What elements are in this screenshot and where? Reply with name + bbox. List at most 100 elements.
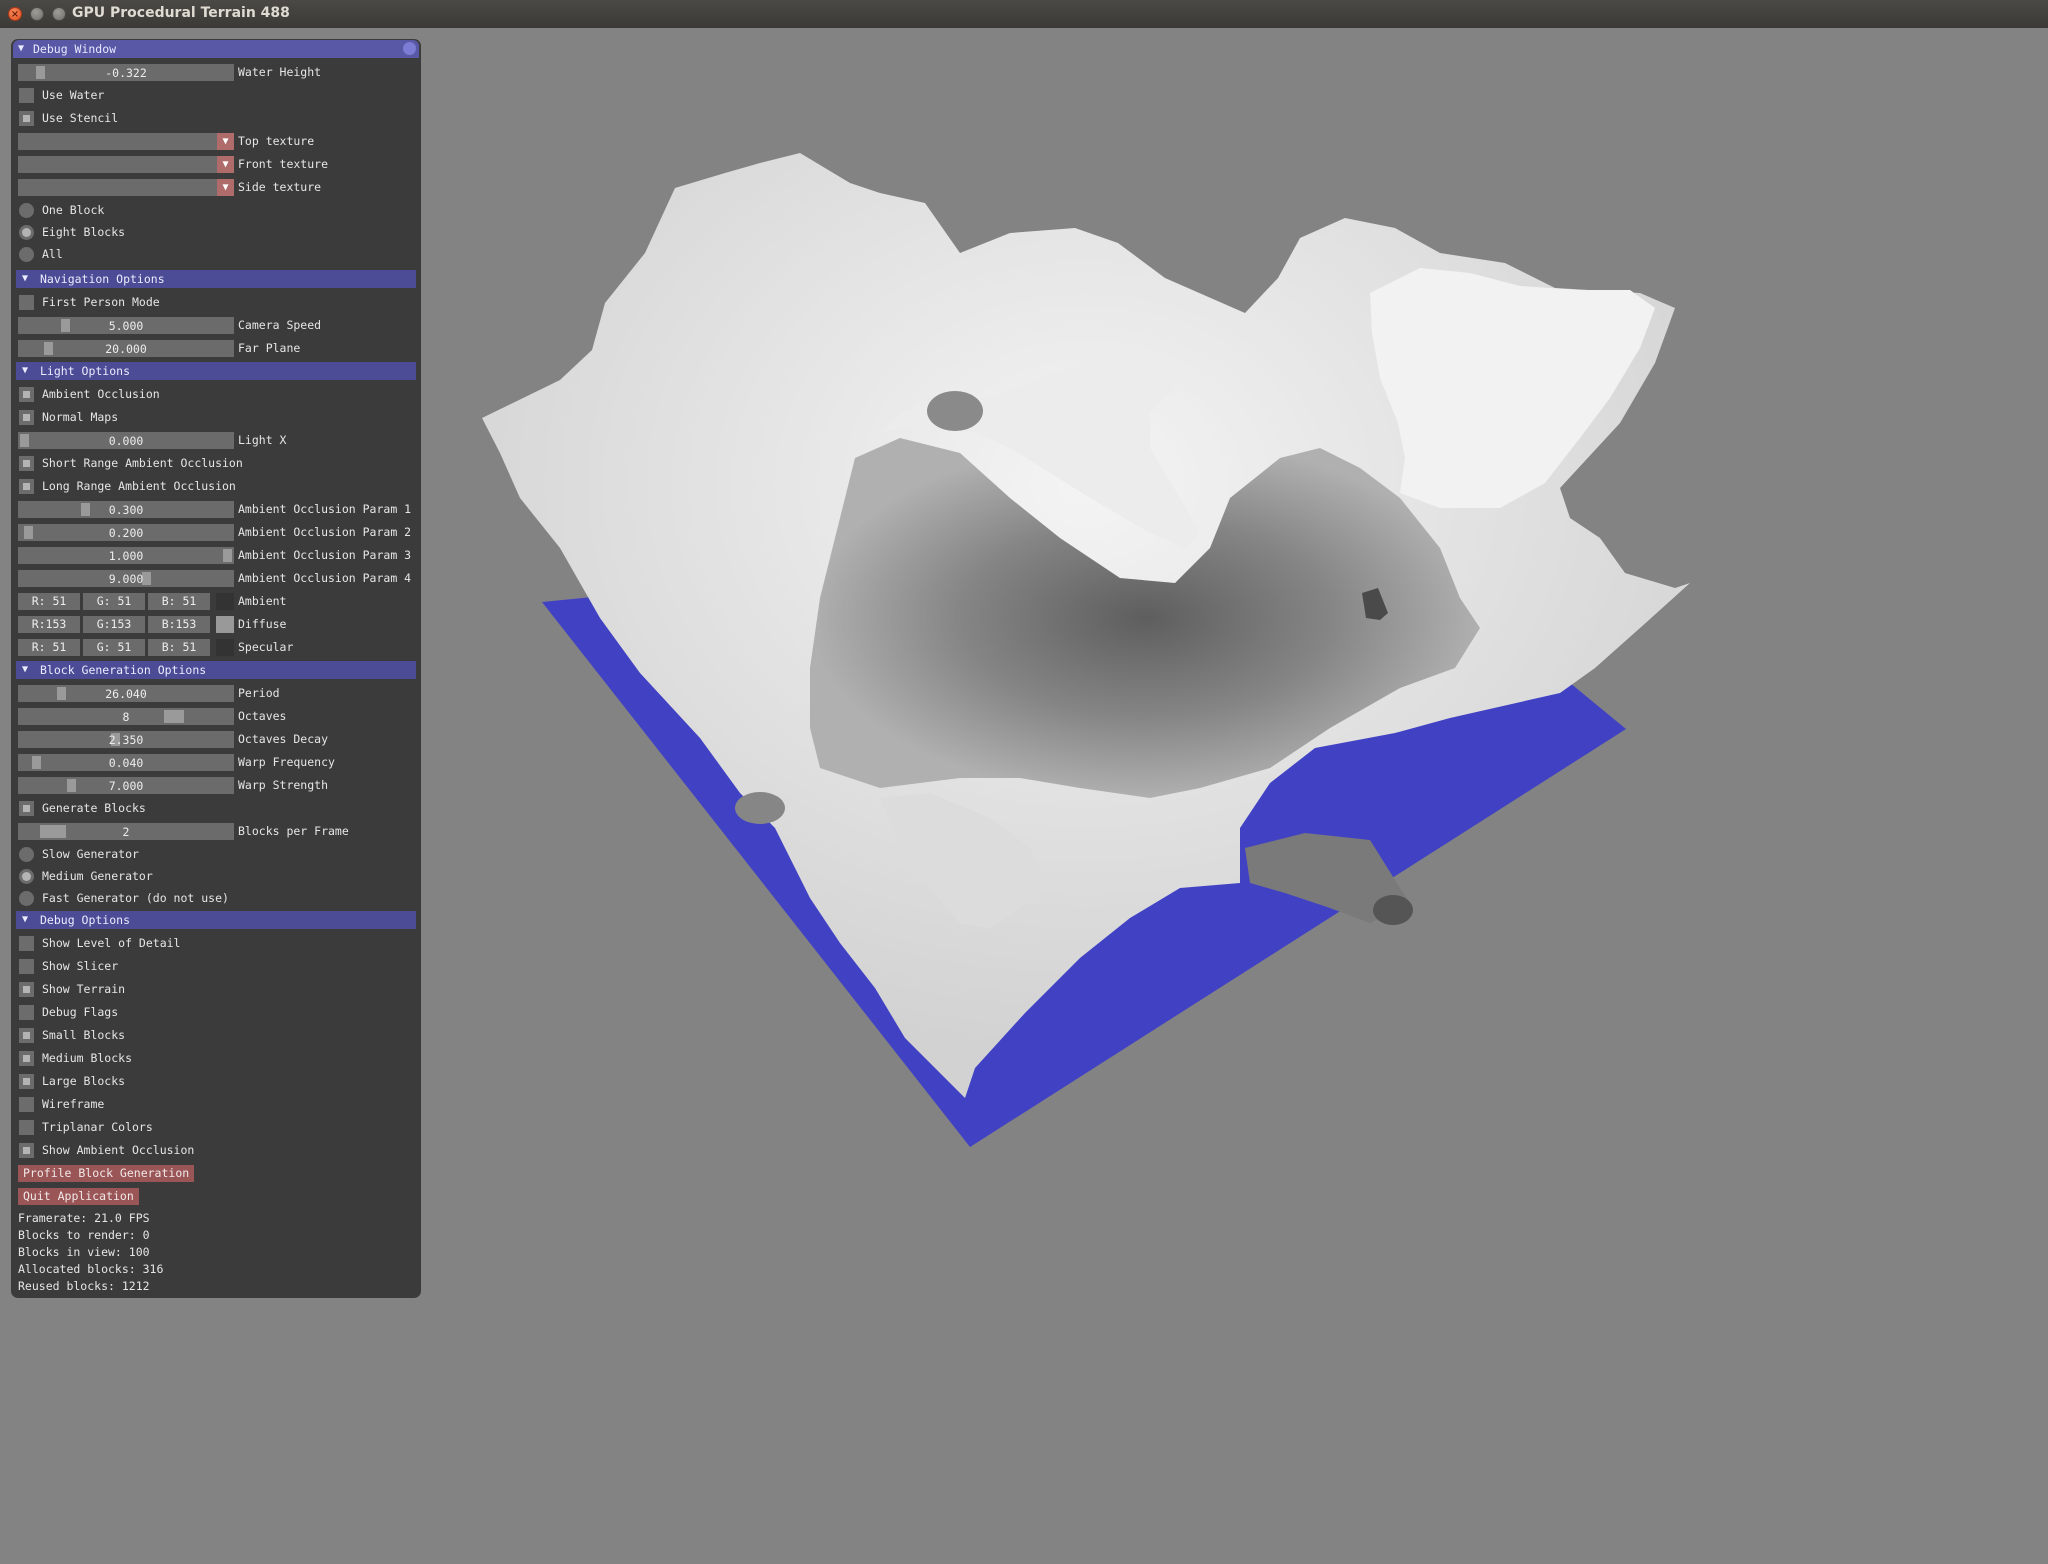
warp-strength-slider[interactable]: 7.000 [18, 777, 234, 794]
water-height-slider[interactable]: -0.322 [18, 64, 234, 81]
light-x-slider[interactable]: 0.000 [18, 432, 234, 449]
use-water-checkbox[interactable] [19, 88, 34, 103]
triplanar-colors-checkbox[interactable] [19, 1120, 34, 1135]
short-range-ao-checkbox[interactable] [19, 456, 34, 471]
short-range-ao-row[interactable]: Short Range Ambient Occlusion [11, 454, 421, 472]
octaves-decay-slider[interactable]: 2.350 [18, 731, 234, 748]
diffuse-b-field[interactable]: B:153 [148, 616, 210, 633]
debug-window-titlebar[interactable]: ▼ Debug Window [13, 40, 419, 58]
period-slider[interactable]: 26.040 [18, 685, 234, 702]
window-maximize-button[interactable] [52, 7, 66, 21]
ambient-color-swatch[interactable] [216, 593, 234, 610]
show-lod-checkbox[interactable] [19, 936, 34, 951]
window-close-button[interactable]: × [8, 7, 22, 21]
wireframe-checkbox[interactable] [19, 1097, 34, 1112]
normal-maps-checkbox[interactable] [19, 410, 34, 425]
diffuse-g-field[interactable]: G:153 [83, 616, 145, 633]
medium-blocks-checkbox[interactable] [19, 1051, 34, 1066]
collapse-arrow-icon[interactable]: ▼ [22, 273, 28, 284]
all-radio[interactable] [19, 247, 34, 262]
dropdown-arrow-icon[interactable]: ▼ [217, 133, 234, 150]
fast-generator-row[interactable]: Fast Generator (do not use) [11, 889, 421, 907]
light-options-header[interactable]: ▼ Light Options [16, 362, 416, 380]
navigation-options-header[interactable]: ▼ Navigation Options [16, 270, 416, 288]
ao-param-4-slider[interactable]: 9.000 [18, 570, 234, 587]
warp-frequency-slider[interactable]: 0.040 [18, 754, 234, 771]
small-blocks-row[interactable]: Small Blocks [11, 1026, 421, 1044]
quit-application-button[interactable]: Quit Application [18, 1188, 139, 1205]
show-slicer-row[interactable]: Show Slicer [11, 957, 421, 975]
collapse-arrow-icon[interactable]: ▼ [22, 914, 28, 925]
slow-generator-row[interactable]: Slow Generator [11, 845, 421, 863]
dropdown-arrow-icon[interactable]: ▼ [217, 156, 234, 173]
ao-param-2-slider[interactable]: 0.200 [18, 524, 234, 541]
first-person-checkbox[interactable] [19, 295, 34, 310]
far-plane-slider[interactable]: 20.000 [18, 340, 234, 357]
collapse-arrow-icon[interactable]: ▼ [18, 43, 24, 54]
window-minimize-button[interactable] [30, 7, 44, 21]
ambient-occlusion-checkbox[interactable] [19, 387, 34, 402]
profile-block-generation-button[interactable]: Profile Block Generation [18, 1165, 195, 1182]
octaves-slider[interactable]: 8 [18, 708, 234, 725]
wireframe-row[interactable]: Wireframe [11, 1095, 421, 1113]
large-blocks-row[interactable]: Large Blocks [11, 1072, 421, 1090]
show-terrain-row[interactable]: Show Terrain [11, 980, 421, 998]
collapse-arrow-icon[interactable]: ▼ [22, 365, 28, 376]
specular-g-field[interactable]: G: 51 [83, 639, 145, 656]
eight-blocks-radio[interactable] [19, 225, 34, 240]
ao-param-1-slider[interactable]: 0.300 [18, 501, 234, 518]
ambient-occlusion-row[interactable]: Ambient Occlusion [11, 385, 421, 403]
small-blocks-checkbox[interactable] [19, 1028, 34, 1043]
show-slicer-checkbox[interactable] [19, 959, 34, 974]
specular-r-field[interactable]: R: 51 [18, 639, 80, 656]
large-blocks-checkbox[interactable] [19, 1074, 34, 1089]
slider-value: 9.000 [108, 572, 144, 586]
first-person-row[interactable]: First Person Mode [11, 293, 421, 311]
show-lod-row[interactable]: Show Level of Detail [11, 934, 421, 952]
blocks-per-frame-slider[interactable]: 2 [18, 823, 234, 840]
front-texture-combo[interactable]: ▼ [18, 156, 234, 173]
debug-flags-row[interactable]: Debug Flags [11, 1003, 421, 1021]
one-block-row[interactable]: One Block [11, 201, 421, 219]
ao-param-1-label: Ambient Occlusion Param 1 [238, 502, 412, 516]
collapse-arrow-icon[interactable]: ▼ [22, 664, 28, 675]
show-terrain-checkbox[interactable] [19, 982, 34, 997]
show-ao-checkbox[interactable] [19, 1143, 34, 1158]
slider-value: 8 [122, 710, 130, 724]
show-ao-row[interactable]: Show Ambient Occlusion [11, 1141, 421, 1159]
diffuse-r-field[interactable]: R:153 [18, 616, 80, 633]
generate-blocks-row[interactable]: Generate Blocks [11, 799, 421, 817]
medium-generator-row[interactable]: Medium Generator [11, 867, 421, 885]
dropdown-arrow-icon[interactable]: ▼ [217, 179, 234, 196]
generate-blocks-checkbox[interactable] [19, 801, 34, 816]
side-texture-combo[interactable]: ▼ [18, 179, 234, 196]
debug-window-close-button[interactable] [403, 42, 416, 55]
slow-generator-radio[interactable] [19, 847, 34, 862]
ao-param-3-slider[interactable]: 1.000 [18, 547, 234, 564]
triplanar-colors-row[interactable]: Triplanar Colors [11, 1118, 421, 1136]
slider-value: 5.000 [108, 319, 144, 333]
camera-speed-slider[interactable]: 5.000 [18, 317, 234, 334]
debug-flags-checkbox[interactable] [19, 1005, 34, 1020]
all-row[interactable]: All [11, 245, 421, 263]
one-block-radio[interactable] [19, 203, 34, 218]
debug-options-header[interactable]: ▼ Debug Options [16, 911, 416, 929]
specular-color-swatch[interactable] [216, 639, 234, 656]
use-stencil-row[interactable]: Use Stencil [11, 109, 421, 127]
specular-b-field[interactable]: B: 51 [148, 639, 210, 656]
block-generation-header[interactable]: ▼ Block Generation Options [16, 661, 416, 679]
ambient-g-field[interactable]: G: 51 [83, 593, 145, 610]
diffuse-color-swatch[interactable] [216, 616, 234, 633]
fast-generator-radio[interactable] [19, 891, 34, 906]
long-range-ao-checkbox[interactable] [19, 479, 34, 494]
ambient-r-field[interactable]: R: 51 [18, 593, 80, 610]
use-water-row[interactable]: Use Water [11, 86, 421, 104]
medium-blocks-row[interactable]: Medium Blocks [11, 1049, 421, 1067]
medium-generator-radio[interactable] [19, 869, 34, 884]
use-stencil-checkbox[interactable] [19, 111, 34, 126]
long-range-ao-row[interactable]: Long Range Ambient Occlusion [11, 477, 421, 495]
top-texture-combo[interactable]: ▼ [18, 133, 234, 150]
eight-blocks-row[interactable]: Eight Blocks [11, 223, 421, 241]
ambient-b-field[interactable]: B: 51 [148, 593, 210, 610]
normal-maps-row[interactable]: Normal Maps [11, 408, 421, 426]
